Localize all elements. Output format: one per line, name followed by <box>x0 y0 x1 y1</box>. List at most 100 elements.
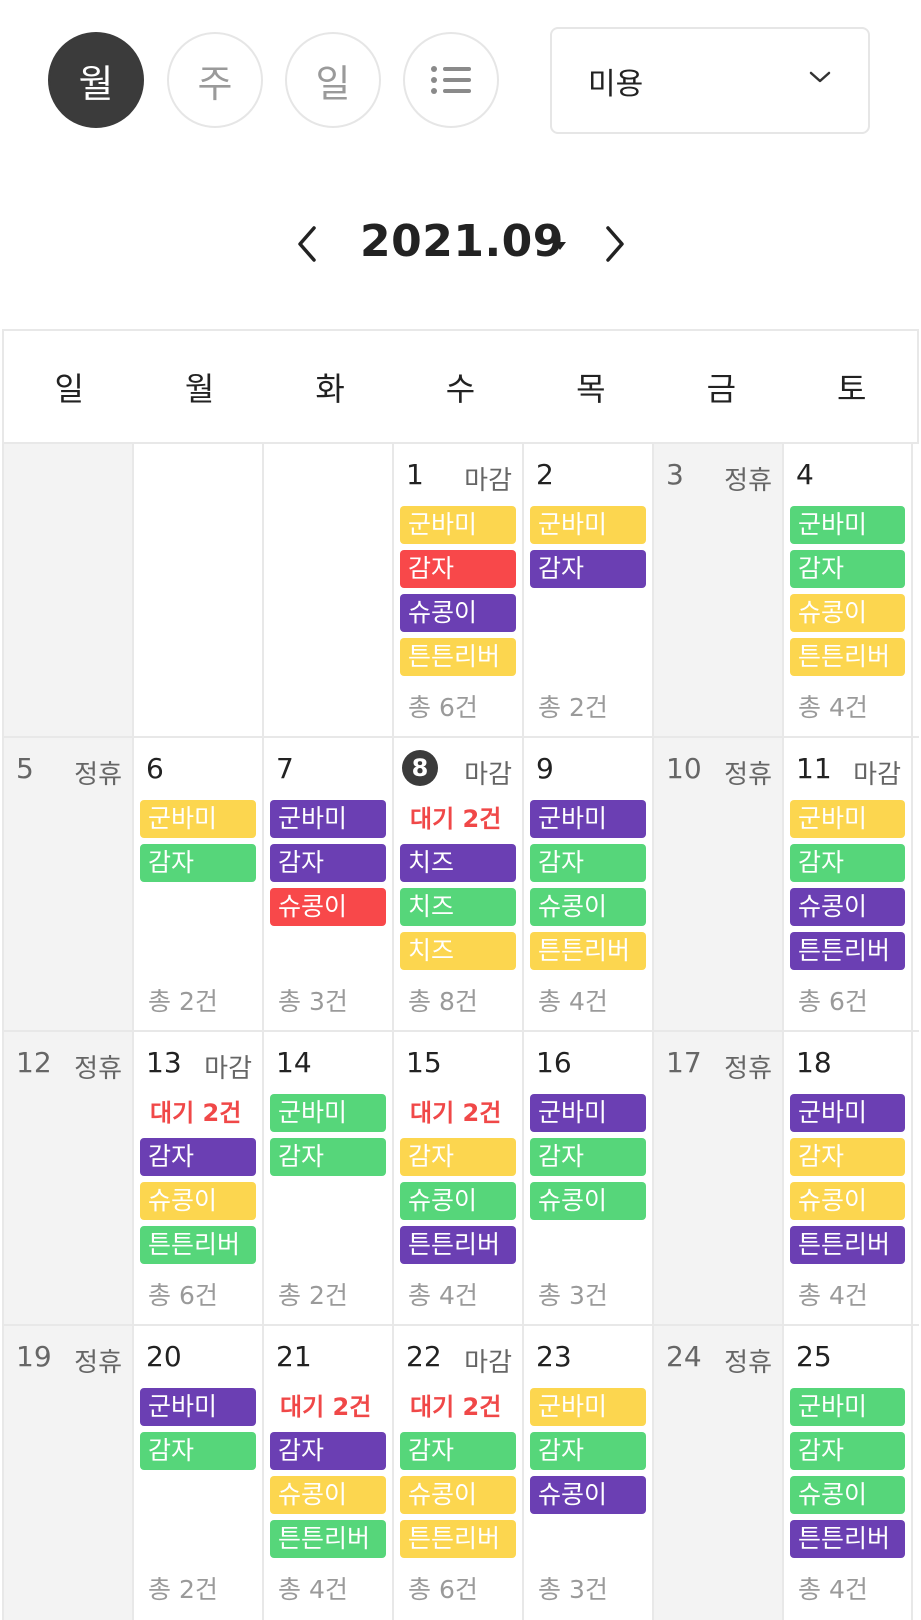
event-chip[interactable]: 튼튼리버 <box>790 638 905 676</box>
event-chip[interactable]: 슈콩이 <box>790 1182 905 1220</box>
event-chip[interactable]: 감자 <box>790 1138 905 1176</box>
chevron-right-icon[interactable] <box>600 222 630 266</box>
day-total: 총 2건 <box>148 1575 218 1604</box>
event-chip[interactable]: 슈콩이 <box>270 888 386 926</box>
event-chip[interactable]: 튼튼리버 <box>400 1520 516 1558</box>
event-chip[interactable]: 감자 <box>530 550 646 588</box>
event-chip[interactable]: 감자 <box>400 1432 516 1470</box>
calendar-day-cell[interactable]: 20 군바미 감자 총 2건 <box>134 1326 264 1620</box>
calendar-day-cell[interactable]: 6 군바미 감자 총 2건 <box>134 738 264 1030</box>
event-chip[interactable]: 군바미 <box>790 1094 905 1132</box>
category-select[interactable]: 미용 <box>550 27 870 134</box>
month-label[interactable]: 2021.09 <box>360 216 564 267</box>
calendar-day-cell[interactable]: 12 정휴 <box>4 1032 134 1324</box>
event-chip[interactable]: 슈콩이 <box>140 1182 256 1220</box>
event-chip[interactable]: 튼튼리버 <box>400 1226 516 1264</box>
view-month-button[interactable]: 월 <box>48 32 144 128</box>
calendar-day-cell[interactable]: 3 정휴 <box>654 444 784 736</box>
calendar-day-cell[interactable]: 2 군바미 감자 총 2건 <box>524 444 654 736</box>
event-chip[interactable]: 군바미 <box>270 1094 386 1132</box>
calendar-day-cell[interactable]: 14 군바미 감자 총 2건 <box>264 1032 394 1324</box>
calendar-day-cell[interactable]: 10 정휴 <box>654 738 784 1030</box>
pending-count[interactable]: 대기 2건 <box>270 1388 386 1426</box>
event-chip[interactable]: 슈콩이 <box>400 1182 516 1220</box>
event-chip[interactable]: 감자 <box>530 1432 646 1470</box>
event-chip[interactable]: 튼튼리버 <box>790 1226 905 1264</box>
day-header: 4 <box>784 444 911 506</box>
calendar-day-cell[interactable]: 25 군바미 감자 슈콩이 튼튼리버 총 4건 <box>784 1326 913 1620</box>
event-chip[interactable]: 치즈 <box>400 932 516 970</box>
event-chip[interactable]: 슈콩이 <box>790 594 905 632</box>
event-chip[interactable]: 군바미 <box>270 800 386 838</box>
calendar-day-cell[interactable]: 13 마감 대기 2건 감자 슈콩이 튼튼리버 총 6건 <box>134 1032 264 1324</box>
event-chip[interactable]: 튼튼리버 <box>270 1520 386 1558</box>
event-chip[interactable]: 감자 <box>790 844 905 882</box>
event-chip[interactable]: 슈콩이 <box>400 594 516 632</box>
chevron-left-icon[interactable] <box>292 222 322 266</box>
pending-count[interactable]: 대기 2건 <box>400 1388 516 1426</box>
calendar-day-cell[interactable]: 24 정휴 <box>654 1326 784 1620</box>
event-chip[interactable]: 감자 <box>270 1138 386 1176</box>
view-week-button[interactable]: 주 <box>167 32 263 128</box>
event-chip[interactable]: 튼튼리버 <box>400 638 516 676</box>
event-chip[interactable]: 군바미 <box>530 800 646 838</box>
calendar-day-cell[interactable]: 5 정휴 <box>4 738 134 1030</box>
calendar-day-cell[interactable]: 9 군바미 감자 슈콩이 튼튼리버 총 4건 <box>524 738 654 1030</box>
calendar-day-cell[interactable]: 8 마감 대기 2건 치즈 치즈 치즈 총 8건 <box>394 738 524 1030</box>
calendar-day-cell[interactable] <box>134 444 264 736</box>
event-chip[interactable]: 튼튼리버 <box>530 932 646 970</box>
event-chip[interactable]: 감자 <box>140 1138 256 1176</box>
event-chip[interactable]: 군바미 <box>530 506 646 544</box>
event-chip[interactable]: 슈콩이 <box>400 1476 516 1514</box>
event-chip[interactable]: 감자 <box>270 844 386 882</box>
pending-count[interactable]: 대기 2건 <box>400 1094 516 1132</box>
event-chip[interactable]: 슈콩이 <box>530 1476 646 1514</box>
calendar-day-cell[interactable]: 19 정휴 <box>4 1326 134 1620</box>
event-chip[interactable]: 슈콩이 <box>790 1476 905 1514</box>
event-chip[interactable]: 군바미 <box>140 800 256 838</box>
event-chip[interactable]: 군바미 <box>400 506 516 544</box>
event-chip[interactable]: 튼튼리버 <box>140 1226 256 1264</box>
calendar-day-cell[interactable]: 21 대기 2건 감자 슈콩이 튼튼리버 총 4건 <box>264 1326 394 1620</box>
event-chip[interactable]: 감자 <box>400 1138 516 1176</box>
event-chip[interactable]: 감자 <box>790 550 905 588</box>
event-chip[interactable]: 슈콩이 <box>530 1182 646 1220</box>
calendar-day-cell[interactable]: 4 군바미 감자 슈콩이 튼튼리버 총 4건 <box>784 444 913 736</box>
event-chip[interactable]: 감자 <box>140 1432 256 1470</box>
calendar-day-cell[interactable]: 1 마감 군바미 감자 슈콩이 튼튼리버 총 6건 <box>394 444 524 736</box>
event-chip[interactable]: 감자 <box>140 844 256 882</box>
calendar-day-cell[interactable]: 16 군바미 감자 슈콩이 총 3건 <box>524 1032 654 1324</box>
event-chip[interactable]: 감자 <box>530 1138 646 1176</box>
calendar-day-cell[interactable] <box>264 444 394 736</box>
event-chip[interactable]: 치즈 <box>400 888 516 926</box>
event-chip[interactable]: 튼튼리버 <box>790 932 905 970</box>
event-chip[interactable]: 치즈 <box>400 844 516 882</box>
event-chip[interactable]: 감자 <box>270 1432 386 1470</box>
pending-count[interactable]: 대기 2건 <box>400 800 516 838</box>
event-chip[interactable]: 감자 <box>790 1432 905 1470</box>
calendar-day-cell[interactable]: 17 정휴 <box>654 1032 784 1324</box>
event-chip[interactable]: 군바미 <box>530 1388 646 1426</box>
event-chip[interactable]: 감자 <box>400 550 516 588</box>
event-chip[interactable]: 군바미 <box>790 1388 905 1426</box>
event-chip[interactable]: 군바미 <box>140 1388 256 1426</box>
event-chip[interactable]: 슈콩이 <box>530 888 646 926</box>
calendar-day-cell[interactable]: 15 대기 2건 감자 슈콩이 튼튼리버 총 4건 <box>394 1032 524 1324</box>
calendar-day-cell[interactable]: 11 마감 군바미 감자 슈콩이 튼튼리버 총 6건 <box>784 738 913 1030</box>
calendar-day-cell[interactable] <box>4 444 134 736</box>
calendar-day-cell[interactable]: 18 군바미 감자 슈콩이 튼튼리버 총 4건 <box>784 1032 913 1324</box>
view-day-button[interactable]: 일 <box>285 32 381 128</box>
event-chip[interactable]: 튼튼리버 <box>790 1520 905 1558</box>
event-chip[interactable]: 군바미 <box>530 1094 646 1132</box>
event-chip[interactable]: 슈콩이 <box>790 888 905 926</box>
event-chip[interactable]: 슈콩이 <box>270 1476 386 1514</box>
calendar-day-cell[interactable]: 7 군바미 감자 슈콩이 총 3건 <box>264 738 394 1030</box>
event-chip[interactable]: 감자 <box>530 844 646 882</box>
caret-down-icon[interactable] <box>552 240 568 252</box>
calendar-day-cell[interactable]: 22 마감 대기 2건 감자 슈콩이 튼튼리버 총 6건 <box>394 1326 524 1620</box>
view-list-button[interactable] <box>403 32 499 128</box>
calendar-day-cell[interactable]: 23 군바미 감자 슈콩이 총 3건 <box>524 1326 654 1620</box>
event-chip[interactable]: 군바미 <box>790 506 905 544</box>
event-chip[interactable]: 군바미 <box>790 800 905 838</box>
pending-count[interactable]: 대기 2건 <box>140 1094 256 1132</box>
